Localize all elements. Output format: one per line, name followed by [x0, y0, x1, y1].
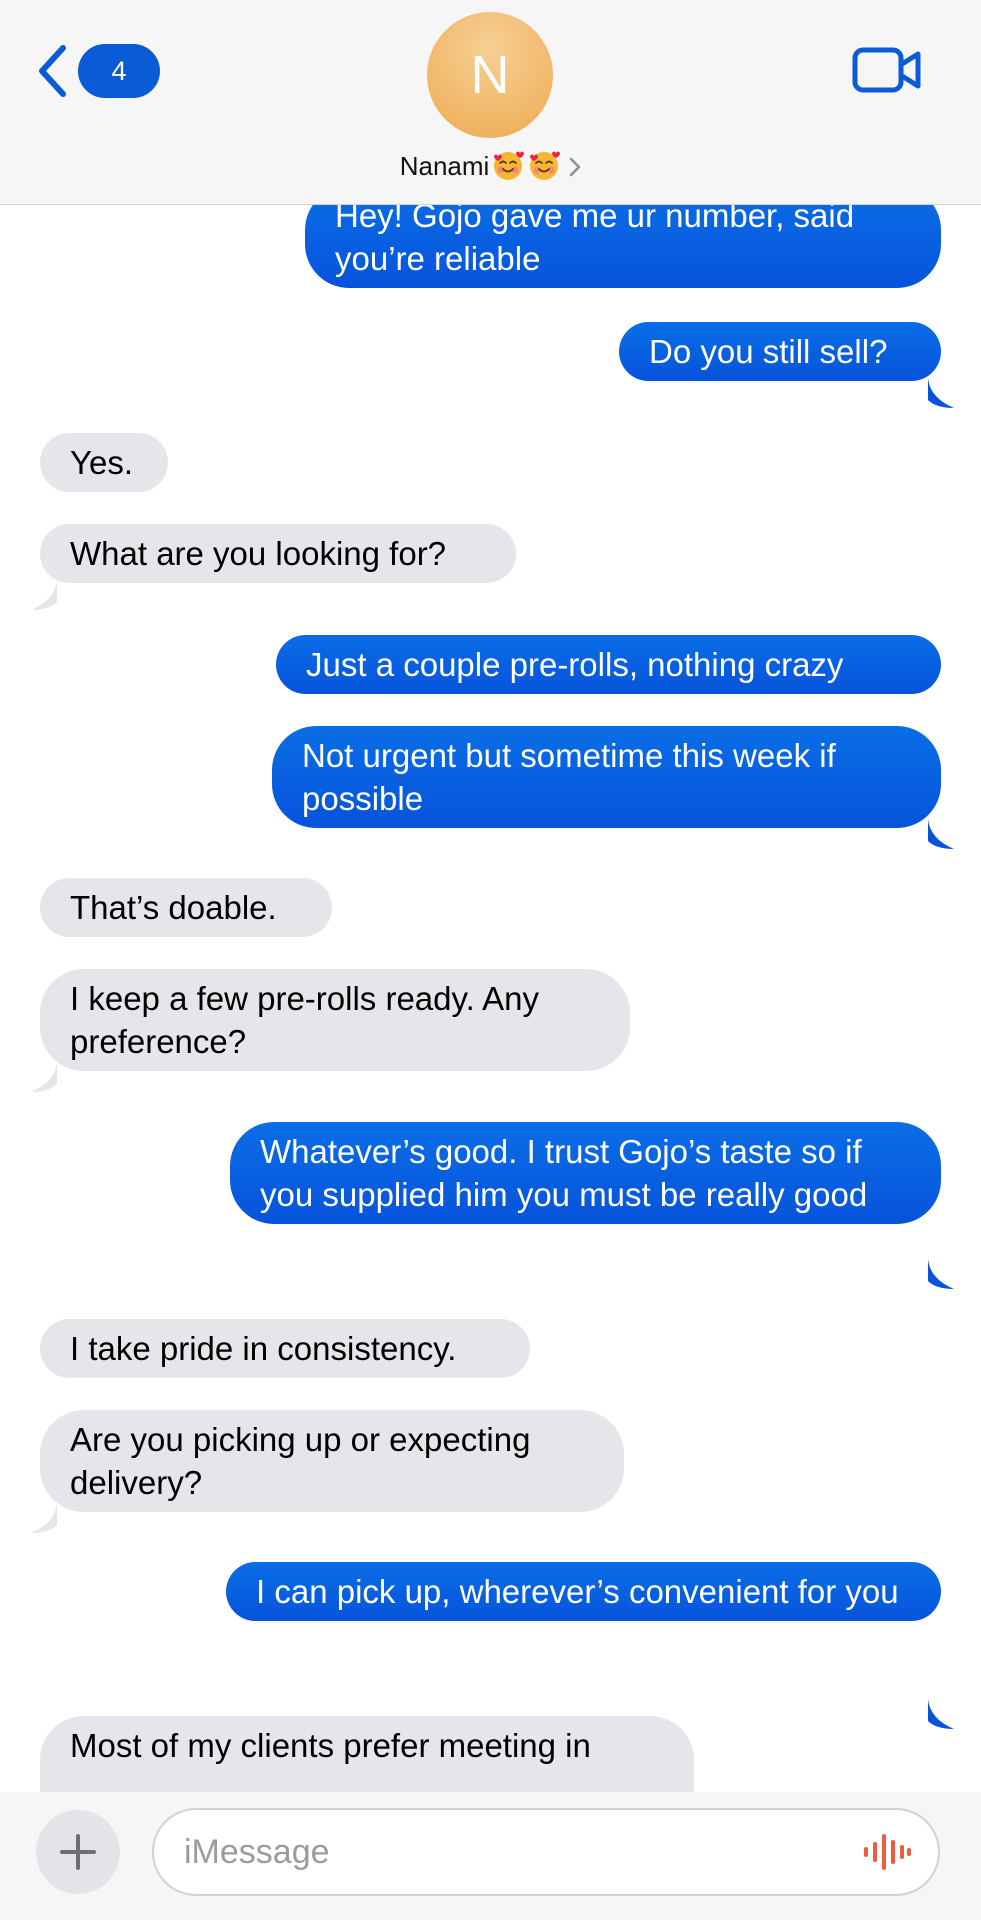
bubble-tail-sent — [928, 1259, 954, 1289]
message-bubble-received[interactable]: I take pride in consistency. — [40, 1319, 530, 1378]
smiling-face-with-hearts-icon — [530, 151, 561, 180]
back-button[interactable]: 4 — [36, 40, 160, 100]
message-bubble-sent[interactable]: I can pick up, wherever’s convenient for… — [226, 1562, 941, 1621]
compose-bar: iMessage — [0, 1792, 981, 1920]
messages-screen: 4 N Nanami Hey! Gojo gave me ur number, … — [0, 0, 981, 1920]
contact-name: Nanami — [399, 151, 490, 181]
message-bubble-received[interactable]: Yes. — [40, 433, 168, 492]
video-call-icon[interactable] — [852, 46, 922, 94]
bubble-tail-received — [31, 1062, 57, 1092]
message-bubble-sent[interactable]: Not urgent but sometime this week if pos… — [272, 726, 941, 828]
message-bubble-sent[interactable]: Do you still sell? — [619, 322, 941, 381]
chevron-right-icon — [570, 157, 581, 177]
contact-name-row[interactable]: Nanami — [0, 146, 981, 186]
smiling-face-with-hearts-icon — [494, 151, 525, 180]
contact-avatar[interactable]: N — [427, 12, 553, 138]
voice-waveform-icon[interactable] — [862, 1832, 912, 1872]
message-bubble-received[interactable]: That’s doable. — [40, 878, 332, 937]
chevron-left-icon — [39, 45, 66, 97]
unread-count-badge: 4 — [78, 44, 160, 98]
message-bubble-sent[interactable]: Whatever’s good. I trust Gojo’s taste so… — [230, 1122, 941, 1224]
bubble-tail-received — [31, 1503, 57, 1533]
bubble-tail-received — [31, 580, 57, 610]
message-input-placeholder: iMessage — [184, 1833, 330, 1871]
conversation-header: 4 N Nanami — [0, 0, 981, 205]
message-bubble-received[interactable]: Most of my clients prefer meeting in — [40, 1716, 694, 1792]
bubble-tail-sent — [928, 378, 954, 408]
message-bubble-received[interactable]: Are you picking up or expecting delivery… — [40, 1410, 624, 1512]
message-bubble-received[interactable]: I keep a few pre-rolls ready. Any prefer… — [40, 969, 630, 1071]
bubble-tail-sent — [928, 1699, 954, 1729]
bubble-tail-sent — [928, 819, 954, 849]
message-input[interactable]: iMessage — [152, 1808, 940, 1896]
message-bubble-sent[interactable]: Just a couple pre-rolls, nothing crazy — [276, 635, 941, 694]
message-list: Hey! Gojo gave me ur number, said you’re… — [0, 204, 981, 1792]
plus-icon — [60, 1834, 96, 1870]
message-bubble-sent[interactable]: Hey! Gojo gave me ur number, said you’re… — [305, 204, 941, 288]
message-bubble-received[interactable]: What are you looking for? — [40, 524, 516, 583]
add-attachment-button[interactable] — [36, 1810, 120, 1894]
